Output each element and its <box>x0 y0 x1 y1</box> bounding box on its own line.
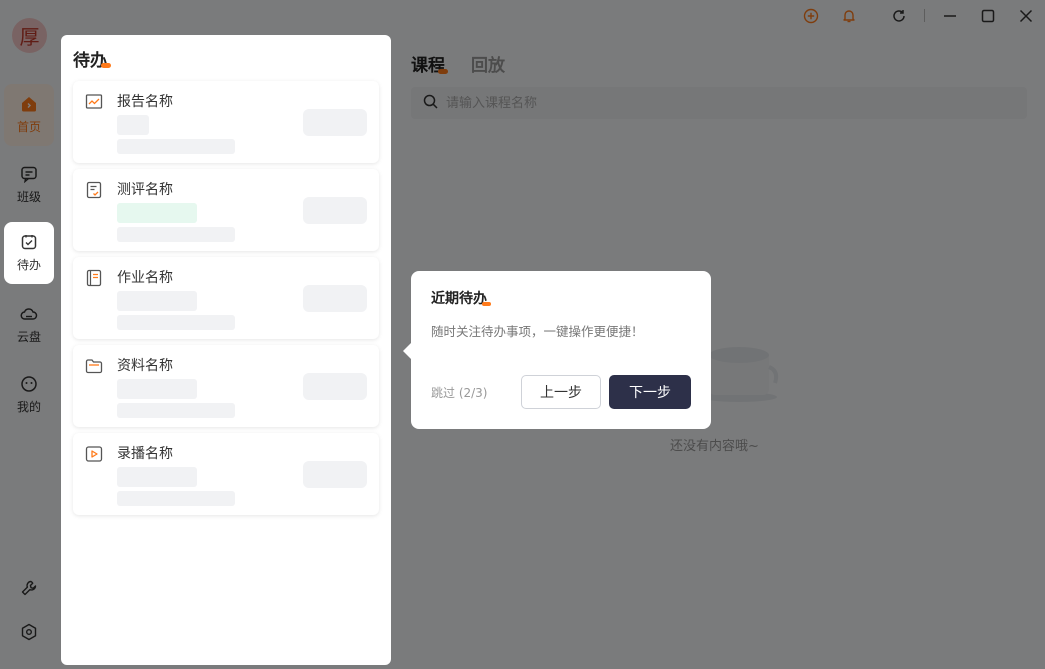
next-step-button[interactable]: 下一步 <box>609 375 691 409</box>
report-icon <box>85 93 103 111</box>
nav-todo-label: 待办 <box>16 258 41 272</box>
folder-icon <box>85 357 103 375</box>
todo-card-assessment[interactable]: 测评名称 <box>73 169 379 251</box>
todo-card-name: 资料名称 <box>117 358 173 374</box>
placeholder-line <box>117 139 235 154</box>
todo-card-name: 录播名称 <box>117 446 173 462</box>
todo-card-report[interactable]: 报告名称 <box>73 81 379 163</box>
nav-todo[interactable]: 待办 <box>4 222 54 284</box>
todo-card-name: 作业名称 <box>117 270 173 286</box>
assessment-icon <box>85 181 103 199</box>
placeholder-tag <box>117 291 197 311</box>
prev-step-button[interactable]: 上一步 <box>521 375 601 409</box>
placeholder-tag <box>117 379 197 399</box>
todo-card-name: 测评名称 <box>117 182 173 198</box>
todo-panel-title: 待办 <box>73 46 111 71</box>
placeholder-action <box>303 373 367 400</box>
placeholder-action <box>303 285 367 312</box>
placeholder-tag <box>117 203 197 223</box>
todo-panel: 待办 报告名称 测评名称 作业名称 资料名称 录播名称 <box>61 35 391 665</box>
tooltip-description: 随时关注待办事项，一键操作更便捷！ <box>431 324 644 339</box>
todo-card-material[interactable]: 资料名称 <box>73 345 379 427</box>
tooltip-title: 近期待办 <box>431 288 491 308</box>
homework-icon <box>85 269 103 287</box>
todo-card-homework[interactable]: 作业名称 <box>73 257 379 339</box>
placeholder-tag <box>117 467 197 487</box>
placeholder-line <box>117 403 235 418</box>
placeholder-line <box>117 491 235 506</box>
placeholder-action <box>303 109 367 136</box>
skip-link[interactable]: 跳过 (2/3) <box>431 384 488 401</box>
placeholder-action <box>303 461 367 488</box>
placeholder-tag <box>117 115 149 135</box>
placeholder-action <box>303 197 367 224</box>
tooltip-arrow <box>403 343 411 359</box>
todo-card-recording[interactable]: 录播名称 <box>73 433 379 515</box>
video-icon <box>85 445 103 463</box>
checklist-icon <box>20 233 38 251</box>
placeholder-line <box>117 227 235 242</box>
todo-card-name: 报告名称 <box>117 94 173 110</box>
placeholder-line <box>117 315 235 330</box>
guide-tooltip: 近期待办 随时关注待办事项，一键操作更便捷！ 跳过 (2/3) 上一步 下一步 <box>403 271 711 429</box>
